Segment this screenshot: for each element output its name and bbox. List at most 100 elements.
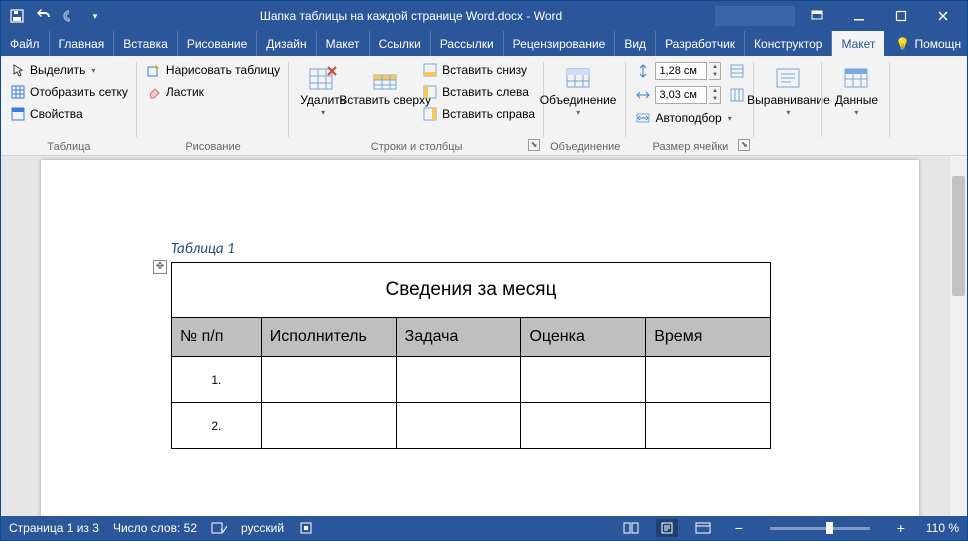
print-layout-button[interactable]: [656, 519, 678, 537]
autofit-button[interactable]: Автоподбор▾: [632, 108, 748, 128]
table-header-cell[interactable]: № п/п: [172, 318, 262, 357]
group-draw: Нарисовать таблицу Ластик Рисование: [137, 56, 289, 155]
page-indicator[interactable]: Страница 1 из 3: [9, 521, 99, 535]
data-button[interactable]: Данные▾: [828, 60, 884, 140]
tab-developer[interactable]: Разработчик: [656, 31, 745, 56]
table-header-cell[interactable]: Время: [646, 318, 771, 357]
pencil-icon: [146, 62, 162, 78]
undo-button[interactable]: [31, 4, 55, 28]
quick-access-toolbar: ▾: [5, 4, 107, 28]
view-gridlines-button[interactable]: Отобразить сетку: [7, 82, 131, 102]
table-title-cell[interactable]: Сведения за месяц: [172, 263, 771, 318]
tab-references[interactable]: Ссылки: [370, 31, 431, 56]
tab-home[interactable]: Главная: [50, 31, 115, 56]
insert-above-button[interactable]: Вставить сверху: [357, 60, 413, 140]
status-bar: Страница 1 из 3 Число слов: 52 русский −…: [1, 516, 967, 540]
alignment-button[interactable]: Выравнивание▾: [760, 60, 816, 140]
zoom-in-button[interactable]: +: [890, 519, 912, 537]
group-label: Объединение: [550, 140, 620, 153]
dialog-launcher[interactable]: ⬊: [528, 139, 540, 151]
maximize-button[interactable]: [881, 4, 921, 28]
col-width-field[interactable]: ▲▼: [632, 84, 748, 106]
group-label: [760, 140, 816, 153]
group-label: [828, 140, 884, 153]
height-input[interactable]: [655, 62, 707, 80]
properties-button[interactable]: Свойства: [7, 104, 131, 124]
undo-icon: [35, 8, 51, 24]
ribbon-options-button[interactable]: [797, 4, 837, 28]
table-caption[interactable]: Таблица 1: [171, 240, 789, 258]
redo-button[interactable]: [57, 4, 81, 28]
tab-draw[interactable]: Рисование: [178, 31, 257, 56]
account-button[interactable]: [715, 6, 795, 26]
zoom-slider[interactable]: [770, 527, 870, 530]
table-move-handle[interactable]: ✥: [153, 260, 167, 274]
window-title: Шапка таблицы на каждой странице Word.do…: [107, 9, 715, 23]
redo-icon: [61, 8, 77, 24]
tab-view[interactable]: Вид: [615, 31, 656, 56]
macro-icon[interactable]: [298, 520, 314, 536]
group-table: Выделить▾ Отобразить сетку Свойства Табл…: [1, 56, 137, 155]
zoom-out-button[interactable]: −: [728, 519, 750, 537]
insert-above-icon: [369, 64, 401, 92]
delete-table-icon: [307, 64, 339, 92]
qat-more-button[interactable]: ▾: [83, 4, 107, 28]
merge-button[interactable]: Объединение▾: [550, 60, 606, 140]
distribute-rows-icon[interactable]: [729, 63, 745, 79]
row-height-field[interactable]: ▲▼: [632, 60, 748, 82]
table-header-cell[interactable]: Задача: [396, 318, 521, 357]
tab-design[interactable]: Дизайн: [257, 31, 316, 56]
height-icon: [635, 63, 651, 79]
draw-table-button[interactable]: Нарисовать таблицу: [143, 60, 283, 80]
tab-table-design[interactable]: Конструктор: [745, 31, 832, 56]
group-label: Размер ячейки: [632, 140, 748, 153]
tab-insert[interactable]: Вставка: [114, 31, 178, 56]
chevron-down-icon: ▾: [87, 8, 103, 24]
language-indicator[interactable]: русский: [241, 521, 284, 535]
table-header-cell[interactable]: Исполнитель: [261, 318, 396, 357]
web-layout-button[interactable]: [692, 519, 714, 537]
tell-me[interactable]: 💡Помощн: [884, 31, 968, 56]
insert-below-icon: [422, 62, 438, 78]
tab-mailings[interactable]: Рассылки: [431, 31, 504, 56]
insert-right-button[interactable]: Вставить справа: [419, 104, 538, 124]
bulb-icon: 💡: [894, 36, 910, 52]
page[interactable]: Таблица 1 ✥ Сведения за месяц № п/п Испо…: [41, 160, 919, 516]
insert-right-icon: [422, 106, 438, 122]
tab-file[interactable]: Файл: [1, 31, 50, 56]
tab-table-layout[interactable]: Макет: [832, 31, 884, 56]
ribbon: Выделить▾ Отобразить сетку Свойства Табл…: [1, 56, 967, 156]
table-row[interactable]: 2.: [172, 403, 771, 449]
data-icon: [840, 64, 872, 92]
dialog-launcher[interactable]: ⬊: [738, 139, 750, 151]
zoom-level[interactable]: 110 %: [926, 521, 959, 535]
table-row[interactable]: 1.: [172, 357, 771, 403]
insert-left-button[interactable]: Вставить слева: [419, 82, 538, 102]
close-button[interactable]: [923, 4, 963, 28]
document-table[interactable]: Сведения за месяц № п/п Исполнитель Зада…: [171, 262, 771, 449]
minimize-button[interactable]: [839, 4, 879, 28]
table-header-row[interactable]: № п/п Исполнитель Задача Оценка Время: [172, 318, 771, 357]
read-mode-button[interactable]: [620, 519, 642, 537]
group-label: Рисование: [143, 140, 283, 153]
spellcheck-icon[interactable]: [211, 520, 227, 536]
zoom-thumb[interactable]: [826, 522, 833, 534]
tab-layout[interactable]: Макет: [317, 31, 370, 56]
group-alignment: Выравнивание▾: [754, 56, 822, 155]
vertical-scrollbar[interactable]: [949, 156, 967, 516]
scrollbar-thumb[interactable]: [952, 176, 965, 296]
document-area[interactable]: Таблица 1 ✥ Сведения за месяц № п/п Испо…: [1, 156, 967, 516]
word-count[interactable]: Число слов: 52: [113, 521, 197, 535]
tab-review[interactable]: Рецензирование: [504, 31, 616, 56]
select-button[interactable]: Выделить▾: [7, 60, 131, 80]
save-icon: [9, 8, 25, 24]
eraser-icon: [146, 84, 162, 100]
eraser-button[interactable]: Ластик: [143, 82, 283, 102]
distribute-cols-icon[interactable]: [729, 87, 745, 103]
insert-below-button[interactable]: Вставить снизу: [419, 60, 538, 80]
save-button[interactable]: [5, 4, 29, 28]
table-header-cell[interactable]: Оценка: [521, 318, 646, 357]
width-input[interactable]: [655, 86, 707, 104]
cursor-icon: [10, 62, 26, 78]
properties-icon: [10, 106, 26, 122]
